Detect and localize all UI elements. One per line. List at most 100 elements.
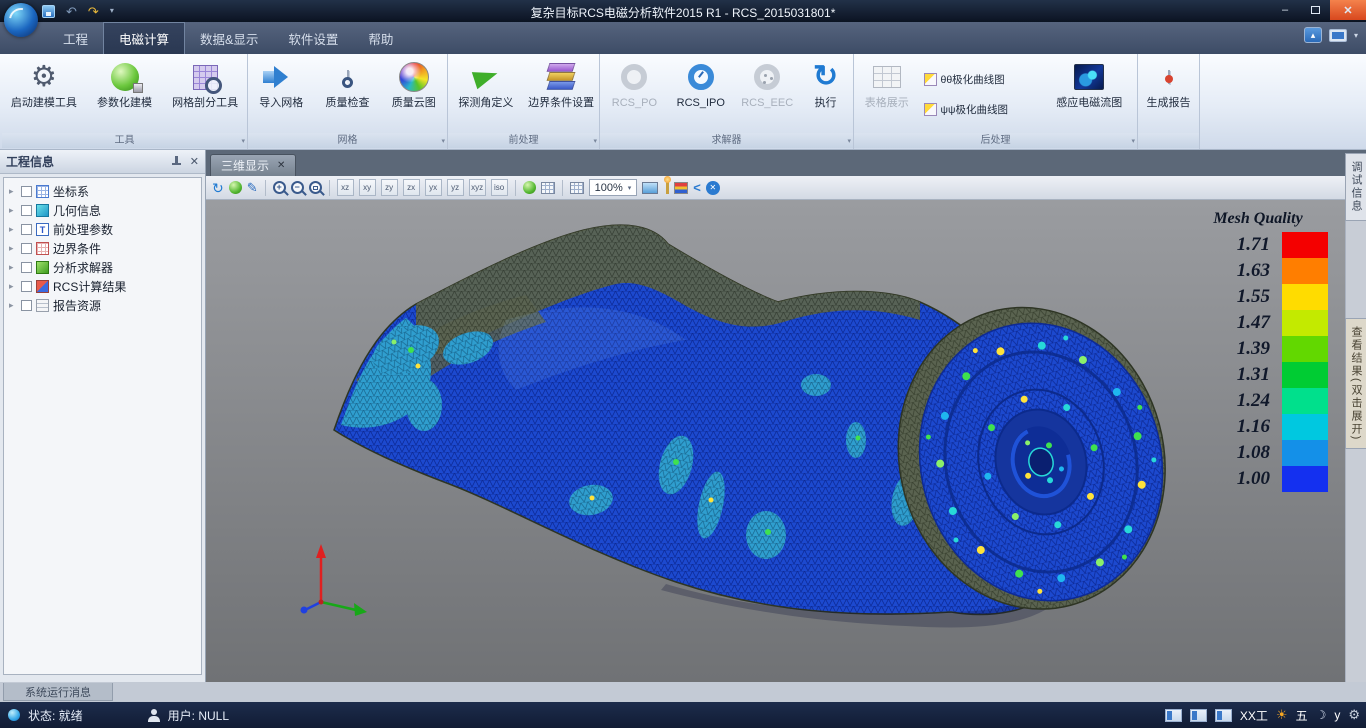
quality-cloud-button[interactable]: 质量云图 [381, 57, 447, 110]
dialog-launcher-icon[interactable]: ▾ [847, 134, 851, 149]
view-zy-button[interactable]: zy [381, 179, 398, 196]
pin-icon[interactable] [171, 156, 182, 167]
annotate-icon[interactable]: ✎ [247, 181, 258, 194]
panel-close-icon[interactable]: ✕ [190, 155, 199, 168]
tree-item-coordinate-system[interactable]: ▸ 坐标系 [4, 182, 201, 201]
tree-item-geometry-info[interactable]: ▸ 几何信息 [4, 201, 201, 220]
view-xy-button[interactable]: xy [359, 179, 376, 196]
checkbox[interactable] [21, 300, 32, 311]
view-xz-button[interactable]: xz [337, 179, 354, 196]
zoom-level-select[interactable]: 100% ▾ [589, 179, 638, 196]
quality-check-button[interactable]: 质量检查 [315, 57, 381, 110]
expand-arrow-icon[interactable]: ▸ [9, 262, 17, 273]
checkbox[interactable] [21, 281, 32, 292]
tab-help[interactable]: 帮助 [353, 22, 408, 54]
system-messages-tab[interactable]: 系统运行消息 [3, 683, 113, 701]
expand-arrow-icon[interactable]: ▸ [9, 243, 17, 254]
layout-panel-icon[interactable] [1215, 709, 1232, 722]
button-label: θθ极化曲线图 [941, 72, 1005, 87]
tree-item-analysis-solver[interactable]: ▸ 分析求解器 [4, 258, 201, 277]
mesh-display-icon[interactable] [570, 182, 584, 194]
style-dropdown-icon[interactable]: ▾ [1354, 31, 1358, 40]
view-yz-button[interactable]: yz [447, 179, 464, 196]
expand-arrow-icon[interactable]: ▸ [9, 300, 17, 311]
boundary-setup-button[interactable]: 边界条件设置 [524, 57, 599, 110]
theta-curve-button[interactable]: θθ极化曲线图 [920, 67, 1042, 91]
launch-modeler-button[interactable]: ⚙ 启动建模工具 [2, 57, 86, 110]
tab-software-settings[interactable]: 软件设置 [273, 22, 353, 54]
shading-icon[interactable] [229, 181, 242, 194]
checkbox[interactable] [21, 262, 32, 273]
checkbox[interactable] [21, 243, 32, 254]
ime-mode-label[interactable]: 五 [1296, 707, 1308, 724]
tree-item-rcs-results[interactable]: ▸ RCS计算结果 [4, 277, 201, 296]
dialog-launcher-icon[interactable]: ▾ [441, 134, 445, 149]
close-button[interactable]: ✕ [1330, 0, 1366, 20]
checkbox[interactable] [21, 186, 32, 197]
qat-dropdown-icon[interactable]: ▾ [110, 7, 114, 15]
display-style-icon[interactable] [1329, 29, 1347, 42]
tab-3d-display[interactable]: 三维显示 ✕ [210, 154, 296, 176]
shaded-sphere-icon[interactable] [523, 181, 536, 194]
zoom-in-icon[interactable]: + [273, 181, 286, 194]
generate-report-button[interactable]: 生成报告 [1139, 57, 1199, 110]
rotate-view-icon[interactable]: ↻ [212, 181, 224, 195]
undo-icon[interactable]: ↶ [66, 5, 77, 18]
mesh-tool-button[interactable]: 网格剖分工具 [163, 57, 247, 110]
view-xyz-button[interactable]: xyz [469, 179, 486, 196]
tab-data-display[interactable]: 数据&显示 [185, 22, 273, 54]
expand-arrow-icon[interactable]: ▸ [9, 281, 17, 292]
ime-y-label[interactable]: y [1334, 708, 1340, 722]
wireframe-icon[interactable] [541, 182, 555, 194]
settings-gear-icon[interactable]: ⚙ [1348, 707, 1360, 723]
checkbox[interactable] [21, 205, 32, 216]
induced-current-button[interactable]: 感应电磁流图 [1043, 57, 1135, 110]
view-iso-button[interactable]: iso [491, 179, 508, 196]
tab-project[interactable]: 工程 [48, 22, 103, 54]
rcs-eec-button[interactable]: RCS_EEC [736, 57, 798, 110]
title-bar: ↶ ↷ ▾ 复杂目标RCS电磁分析软件2015 R1 - RCS_2015031… [0, 0, 1366, 22]
import-mesh-button[interactable]: 导入网格 [248, 57, 314, 110]
expand-arrow-icon[interactable]: ▸ [9, 224, 17, 235]
dialog-launcher-icon[interactable]: ▾ [1131, 134, 1135, 149]
probe-angle-button[interactable]: 探测角定义 [448, 57, 523, 110]
light-icon[interactable] [666, 182, 669, 194]
redo-icon[interactable]: ↷ [88, 5, 99, 18]
execute-button[interactable]: ↻ 执行 [802, 57, 850, 110]
tree-item-preprocess-params[interactable]: ▸ T 前处理参数 [4, 220, 201, 239]
debug-info-vertical-tab[interactable]: 调试信息 [1345, 153, 1366, 221]
palette-icon[interactable] [674, 182, 688, 194]
rcs-po-button[interactable]: RCS_PO [603, 57, 665, 110]
minimize-button[interactable]: – [1270, 0, 1300, 20]
viewport-3d[interactable]: Mesh Quality 1.71 1.63 1.55 1.47 1.39 1.… [206, 200, 1345, 682]
collapse-ribbon-icon[interactable]: ▴ [1304, 27, 1322, 43]
parametric-modeling-button[interactable]: 参数化建模 [86, 57, 164, 110]
dialog-launcher-icon[interactable]: ▾ [593, 134, 597, 149]
checkbox[interactable] [21, 224, 32, 235]
tree-item-boundary-conditions[interactable]: ▸ 边界条件 [4, 239, 201, 258]
save-icon[interactable] [42, 5, 55, 18]
dialog-launcher-icon[interactable]: ▾ [241, 134, 245, 149]
expand-arrow-icon[interactable]: ▸ [9, 205, 17, 216]
snapshot-icon[interactable] [642, 182, 658, 194]
view-yx-button[interactable]: yx [425, 179, 442, 196]
tab-em-computation[interactable]: 电磁计算 [103, 22, 185, 54]
rcs-ipo-button[interactable]: RCS_IPO [669, 57, 733, 110]
table-view-button[interactable]: 表格展示 [856, 57, 918, 110]
flow-export-icon[interactable]: < [693, 180, 701, 195]
layout-panel-icon[interactable] [1165, 709, 1182, 722]
psi-curve-button[interactable]: ψψ极化曲线图 [920, 97, 1042, 121]
maximize-button[interactable] [1300, 0, 1330, 20]
expand-arrow-icon[interactable]: ▸ [9, 186, 17, 197]
tree-item-report-resources[interactable]: ▸ 报告资源 [4, 296, 201, 315]
zoom-out-icon[interactable]: − [291, 181, 304, 194]
clear-view-icon[interactable]: ✕ [706, 181, 720, 195]
zoom-window-icon[interactable] [309, 181, 322, 194]
moon-icon[interactable]: ☽ [1316, 708, 1327, 722]
tab-close-icon[interactable]: ✕ [277, 160, 285, 171]
viewport-canvas[interactable] [206, 200, 1345, 682]
view-zx-button[interactable]: zx [403, 179, 420, 196]
sun-icon[interactable]: ☀ [1276, 707, 1288, 723]
layout-panel-icon[interactable] [1190, 709, 1207, 722]
view-results-vertical-tab[interactable]: 查看结果(双击展开) [1345, 318, 1366, 449]
